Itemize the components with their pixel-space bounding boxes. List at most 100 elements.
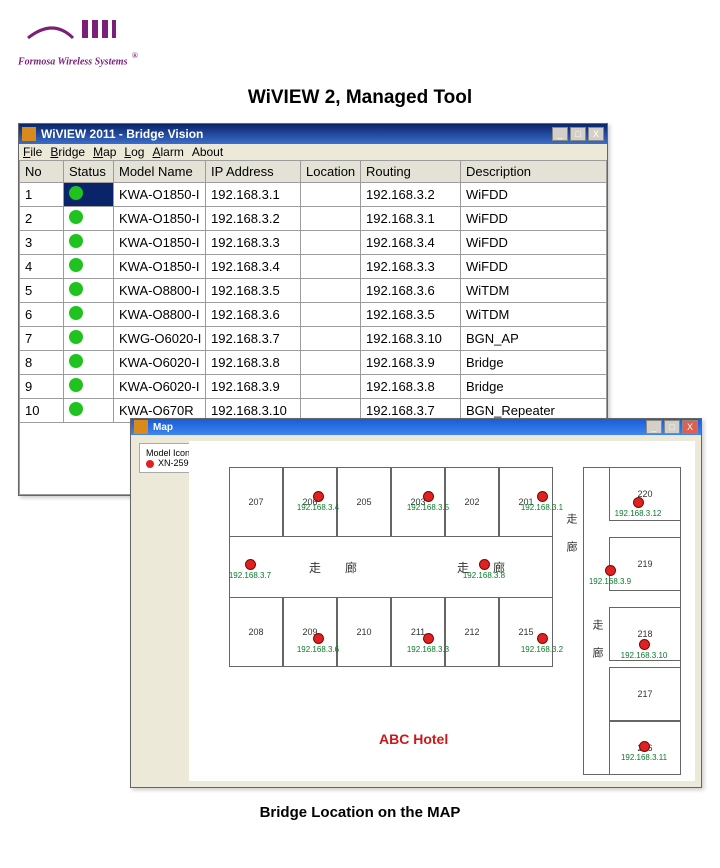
cell-no: 4 [20, 255, 64, 279]
minimize-button[interactable]: _ [552, 127, 568, 141]
bridge-node[interactable]: 192.168.3.12 [611, 497, 665, 518]
cell-model: KWA-O1850-I [114, 255, 206, 279]
bridge-node[interactable]: 192.168.3.10 [617, 639, 671, 660]
window-title: WiVIEW 2011 - Bridge Vision [41, 127, 203, 141]
cell-location [301, 207, 361, 231]
bridge-node[interactable]: 192.168.3.3 [401, 633, 455, 654]
bridge-node[interactable]: 192.168.3.2 [515, 633, 569, 654]
close-button[interactable]: X [588, 127, 604, 141]
cell-model: KWA-O6020-I [114, 375, 206, 399]
map-titlebar[interactable]: Map _ □ X [131, 419, 701, 435]
map-close-button[interactable]: X [682, 420, 698, 434]
status-dot-icon [69, 258, 83, 272]
cell-routing: 192.168.3.8 [361, 375, 461, 399]
floor-plan[interactable]: ABC Hotel 207206205203202201208209210211… [189, 441, 695, 781]
map-minimize-button[interactable]: _ [646, 420, 662, 434]
menu-alarm[interactable]: Alarm [152, 145, 183, 159]
bridge-node[interactable]: 192.168.3.5 [401, 491, 455, 512]
menu-bridge[interactable]: Bridge [50, 145, 85, 159]
cell-ip: 192.168.3.4 [206, 255, 301, 279]
cell-status [64, 327, 114, 351]
map-maximize-button[interactable]: □ [664, 420, 680, 434]
status-dot-icon [69, 282, 83, 296]
page-subtitle: Bridge Location on the MAP [10, 804, 710, 821]
status-dot-icon [69, 378, 83, 392]
cell-routing: 192.168.3.6 [361, 279, 461, 303]
cell-routing: 192.168.3.2 [361, 183, 461, 207]
bridge-node[interactable]: 192.168.3.9 [583, 565, 637, 586]
cell-desc: WiFDD [461, 183, 607, 207]
cell-routing: 192.168.3.3 [361, 255, 461, 279]
cell-desc: WiFDD [461, 207, 607, 231]
table-row[interactable]: 9KWA-O6020-I192.168.3.9192.168.3.8Bridge [20, 375, 607, 399]
cell-no: 8 [20, 351, 64, 375]
table-row[interactable]: 7KWG-O6020-I192.168.3.7192.168.3.10BGN_A… [20, 327, 607, 351]
bridge-node[interactable]: 192.168.3.7 [223, 559, 277, 580]
status-dot-icon [69, 330, 83, 344]
cell-no: 3 [20, 231, 64, 255]
cell-ip: 192.168.3.2 [206, 207, 301, 231]
col-desc[interactable]: Description [461, 161, 607, 183]
map-app-icon [134, 420, 148, 434]
table-row[interactable]: 8KWA-O6020-I192.168.3.8192.168.3.9Bridge [20, 351, 607, 375]
bridge-node[interactable]: 192.168.3.6 [291, 633, 345, 654]
corridor-label: 走 廊 [589, 619, 605, 661]
status-dot-icon [69, 186, 83, 200]
table-row[interactable]: 5KWA-O8800-I192.168.3.5192.168.3.6WiTDM [20, 279, 607, 303]
menu-file[interactable]: File [23, 145, 42, 159]
bridge-node[interactable]: 192.168.3.11 [617, 741, 671, 762]
cell-model: KWA-O8800-I [114, 279, 206, 303]
cell-desc: BGN_AP [461, 327, 607, 351]
titlebar[interactable]: WiVIEW 2011 - Bridge Vision _ □ X [19, 124, 607, 144]
maximize-button[interactable]: □ [570, 127, 586, 141]
status-dot-icon [69, 354, 83, 368]
cell-no: 9 [20, 375, 64, 399]
cell-ip: 192.168.3.9 [206, 375, 301, 399]
corridor-label: 走 廊 [563, 513, 579, 555]
menu-map[interactable]: Map [93, 145, 116, 159]
cell-no: 5 [20, 279, 64, 303]
cell-model: KWA-O6020-I [114, 351, 206, 375]
cell-desc: WiFDD [461, 231, 607, 255]
status-dot-icon [69, 234, 83, 248]
page-title: WiVIEW 2, Managed Tool [10, 87, 710, 109]
table-row[interactable]: 6KWA-O8800-I192.168.3.6192.168.3.5WiTDM [20, 303, 607, 327]
cell-routing: 192.168.3.10 [361, 327, 461, 351]
cell-ip: 192.168.3.1 [206, 183, 301, 207]
cell-model: KWA-O1850-I [114, 207, 206, 231]
col-routing[interactable]: Routing [361, 161, 461, 183]
status-dot-icon [69, 210, 83, 224]
col-model[interactable]: Model Name [114, 161, 206, 183]
menubar: File Bridge Map Log Alarm About [19, 144, 607, 160]
bridge-node[interactable]: 192.168.3.4 [291, 491, 345, 512]
cell-status [64, 255, 114, 279]
menu-about[interactable]: About [192, 145, 223, 159]
cell-status [64, 231, 114, 255]
cell-status [64, 183, 114, 207]
cell-location [301, 351, 361, 375]
cell-location [301, 231, 361, 255]
col-location[interactable]: Location [301, 161, 361, 183]
bridge-node[interactable]: 192.168.3.1 [515, 491, 569, 512]
cell-ip: 192.168.3.6 [206, 303, 301, 327]
col-no[interactable]: No [20, 161, 64, 183]
app-icon [22, 127, 36, 141]
cell-desc: Bridge [461, 351, 607, 375]
table-row[interactable]: 4KWA-O1850-I192.168.3.4192.168.3.3WiFDD [20, 255, 607, 279]
cell-status [64, 207, 114, 231]
bridge-node[interactable]: 192.168.3.8 [457, 559, 511, 580]
map-window-title: Map [153, 422, 173, 433]
cell-location [301, 375, 361, 399]
table-row[interactable]: 3KWA-O1850-I192.168.3.3192.168.3.4WiFDD [20, 231, 607, 255]
cell-routing: 192.168.3.9 [361, 351, 461, 375]
cell-model: KWA-O1850-I [114, 183, 206, 207]
cell-desc: WiTDM [461, 303, 607, 327]
table-row[interactable]: 1KWA-O1850-I192.168.3.1192.168.3.2WiFDD [20, 183, 607, 207]
logo-waves-icon [18, 16, 128, 46]
cell-desc: WiTDM [461, 279, 607, 303]
cell-no: 2 [20, 207, 64, 231]
table-row[interactable]: 2KWA-O1850-I192.168.3.2192.168.3.1WiFDD [20, 207, 607, 231]
col-ip[interactable]: IP Address [206, 161, 301, 183]
menu-log[interactable]: Log [124, 145, 144, 159]
col-status[interactable]: Status [64, 161, 114, 183]
